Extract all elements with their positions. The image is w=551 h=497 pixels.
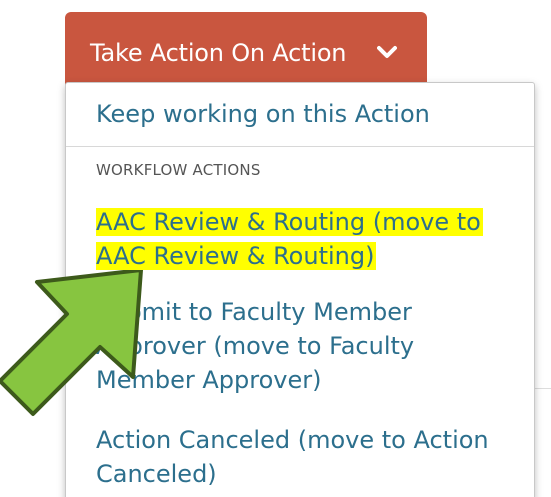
workflow-actions-header: WORKFLOW ACTIONS [96, 161, 261, 179]
background-divider [535, 388, 551, 389]
take-action-button[interactable]: Take Action On Action [65, 12, 427, 92]
take-action-button-label: Take Action On Action [90, 39, 347, 67]
green-arrow-icon [0, 270, 143, 416]
aac-review-routing-menu-item[interactable]: AAC Review & Routing (move to AAC Review… [96, 205, 516, 273]
chevron-down-icon [377, 46, 397, 58]
take-action-menu-screen: Take Action On Action Keep working on th… [0, 0, 551, 497]
menu-divider [66, 146, 534, 147]
keep-working-menu-item[interactable]: Keep working on this Action [96, 97, 430, 131]
keep-working-label: Keep working on this Action [96, 100, 430, 128]
aac-review-routing-label: AAC Review & Routing (move to AAC Review… [96, 208, 483, 270]
